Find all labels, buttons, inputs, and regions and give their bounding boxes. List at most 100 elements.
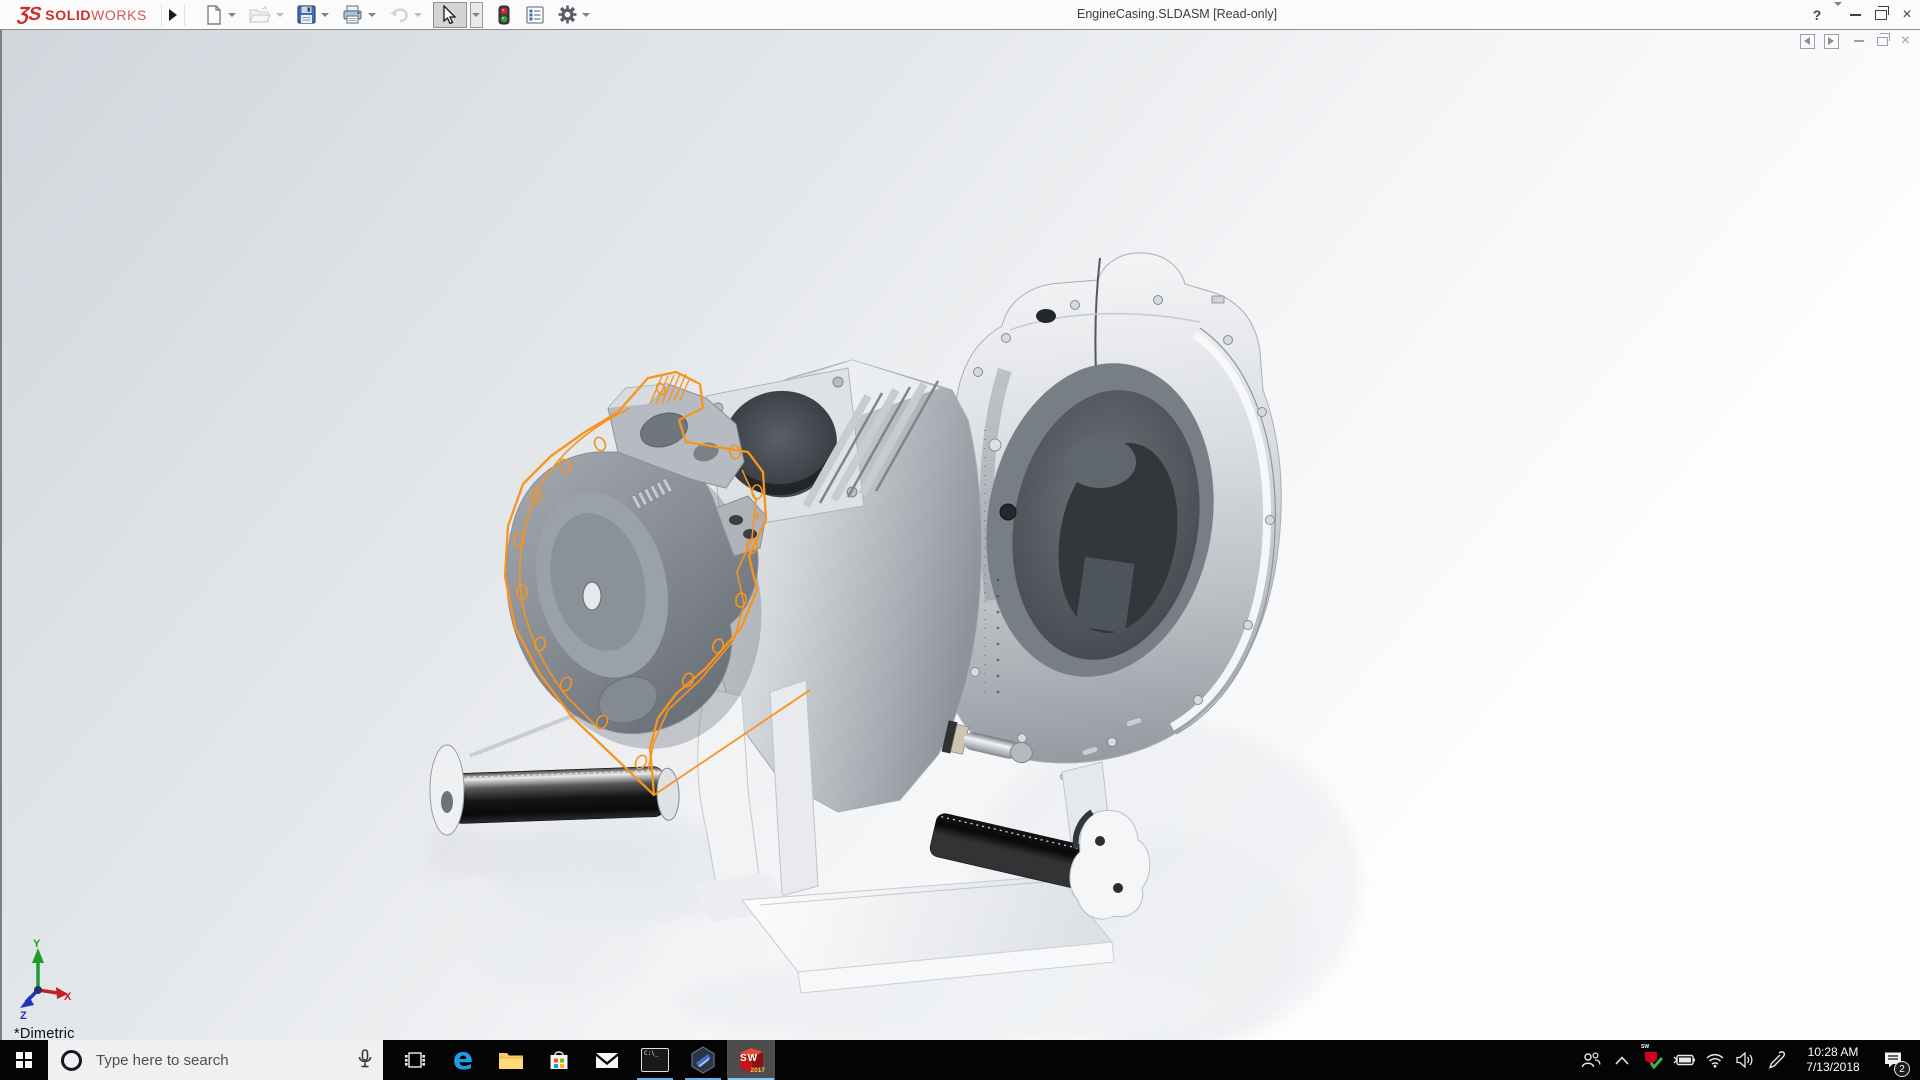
window-left-edge xyxy=(0,30,2,1040)
taskbar: Type here to search e xyxy=(0,1040,1920,1080)
store-icon xyxy=(548,1049,570,1071)
chevron-left-icon xyxy=(1804,37,1810,45)
document-minimize-button[interactable] xyxy=(1854,40,1864,42)
mail-icon xyxy=(595,1052,619,1069)
help-dropdown[interactable] xyxy=(1834,6,1842,24)
task-view-button[interactable] xyxy=(391,1040,439,1080)
new-document-icon xyxy=(205,5,223,25)
taskbar-search[interactable]: Type here to search xyxy=(48,1040,383,1080)
open-dropdown[interactable] xyxy=(275,3,286,27)
rebuild-traffic-light-icon xyxy=(498,5,510,25)
file-explorer-icon xyxy=(498,1050,524,1070)
pen-icon xyxy=(1768,1051,1785,1069)
store-button[interactable] xyxy=(535,1040,583,1080)
help-button[interactable]: ? xyxy=(1804,0,1830,29)
volume-button[interactable] xyxy=(1730,1040,1761,1080)
document-window-controls: × xyxy=(1800,33,1910,49)
3d-viewport-scene[interactable]: Y X Z xyxy=(0,30,1920,1040)
solidworks-app-icon: SW 2017 xyxy=(736,1045,766,1075)
open-folder-icon xyxy=(249,6,271,24)
print-dropdown[interactable] xyxy=(367,3,378,27)
hidden-icons-button[interactable] xyxy=(1606,1040,1637,1080)
next-window-button[interactable] xyxy=(1824,34,1839,49)
task-view-icon xyxy=(404,1051,426,1069)
undo-button[interactable] xyxy=(387,3,411,27)
select-tool-dropdown[interactable] xyxy=(470,2,483,28)
edge-icon: e xyxy=(453,1045,473,1075)
minimize-button[interactable] xyxy=(1842,0,1868,29)
close-button[interactable]: × xyxy=(1894,0,1920,29)
document-title: EngineCasing.SLDASM [Read-only] xyxy=(1077,0,1277,29)
taskbar-apps: e C:\_ xyxy=(391,1040,775,1080)
open-button[interactable] xyxy=(247,3,273,27)
wifi-icon xyxy=(1705,1053,1725,1068)
hexagon-app-button[interactable] xyxy=(679,1040,727,1080)
battery-icon xyxy=(1673,1053,1695,1067)
window-controls: ? × xyxy=(1804,0,1920,29)
command-prompt-icon: C:\_ xyxy=(641,1048,669,1072)
search-placeholder: Type here to search xyxy=(96,1052,229,1069)
undo-dropdown[interactable] xyxy=(413,3,424,27)
battery-button[interactable] xyxy=(1668,1040,1699,1080)
previous-window-button[interactable] xyxy=(1800,34,1815,49)
mail-button[interactable] xyxy=(583,1040,631,1080)
start-button[interactable] xyxy=(0,1040,48,1080)
triad-x-label: X xyxy=(64,991,72,1003)
chevron-right-icon xyxy=(1828,37,1834,45)
solidworks-monitor-button[interactable]: SW xyxy=(1637,1040,1668,1080)
brand-solid: SOLID xyxy=(45,7,91,23)
flyout-arrow-icon xyxy=(169,9,177,21)
save-floppy-icon xyxy=(297,5,316,24)
solidworks-mark-icon: ƷS xyxy=(16,5,43,24)
quick-access-toolbar xyxy=(203,2,599,28)
port-cap[interactable] xyxy=(1036,309,1056,323)
hex-bolt[interactable] xyxy=(1000,504,1016,520)
select-cursor-icon xyxy=(442,5,457,24)
document-close-button[interactable]: × xyxy=(1901,33,1910,49)
print-button[interactable] xyxy=(340,3,365,27)
people-button[interactable] xyxy=(1575,1040,1606,1080)
brand-works: WORKS xyxy=(91,7,147,23)
action-center-button[interactable]: 2 xyxy=(1874,1040,1912,1080)
chevron-up-icon xyxy=(1615,1056,1629,1065)
hexagon-app-icon xyxy=(690,1046,716,1074)
system-tray: SW xyxy=(1575,1040,1920,1080)
tray-time: 10:28 AM xyxy=(1796,1045,1870,1060)
people-icon xyxy=(1581,1052,1601,1068)
wifi-button[interactable] xyxy=(1699,1040,1730,1080)
gear-icon xyxy=(558,5,577,24)
windows-ink-button[interactable] xyxy=(1761,1040,1792,1080)
options-button[interactable] xyxy=(556,3,579,27)
windows-logo-icon xyxy=(16,1052,32,1068)
solidworks-taskbar-button[interactable]: SW 2017 xyxy=(727,1040,775,1080)
cortana-icon xyxy=(61,1050,82,1071)
command-prompt-button[interactable]: C:\_ xyxy=(631,1040,679,1080)
taskbar-clock[interactable]: 10:28 AM 7/13/2018 xyxy=(1796,1045,1870,1075)
shaft-ear-plate[interactable] xyxy=(430,745,464,835)
speaker-icon xyxy=(1736,1052,1755,1068)
triad-z-label: Z xyxy=(20,1010,27,1022)
new-document-button[interactable] xyxy=(203,3,225,27)
menu-flyout-button[interactable] xyxy=(161,4,185,26)
save-dropdown[interactable] xyxy=(320,3,331,27)
edge-button[interactable]: e xyxy=(439,1040,487,1080)
file-properties-button[interactable] xyxy=(524,3,546,27)
new-document-dropdown[interactable] xyxy=(227,3,238,27)
notification-badge: 2 xyxy=(1894,1061,1910,1077)
print-icon xyxy=(342,5,363,24)
rebuild-button[interactable] xyxy=(496,3,512,27)
tray-date: 7/13/2018 xyxy=(1796,1060,1870,1075)
select-tool-button[interactable] xyxy=(433,2,467,28)
options-dropdown[interactable] xyxy=(581,3,592,27)
solidworks-shield-icon xyxy=(1643,1050,1663,1070)
title-bar: ƷS SOLID WORKS xyxy=(0,0,1920,30)
solidworks-logo: ƷS SOLID WORKS xyxy=(18,5,147,24)
file-properties-icon xyxy=(526,6,544,24)
restore-button[interactable] xyxy=(1868,0,1894,29)
save-button[interactable] xyxy=(295,3,318,27)
graphics-viewport[interactable]: Y X Z xyxy=(0,30,1920,1040)
microphone-icon[interactable] xyxy=(358,1049,372,1069)
triad-y-label: Y xyxy=(33,938,41,950)
document-restore-button[interactable] xyxy=(1877,37,1888,46)
file-explorer-button[interactable] xyxy=(487,1040,535,1080)
